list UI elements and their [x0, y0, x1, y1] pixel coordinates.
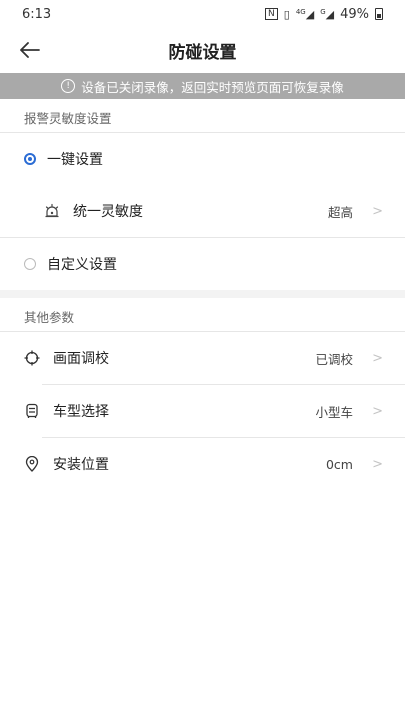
radio-one-key[interactable] — [24, 153, 36, 165]
status-icons: N ▯ 4G◢ G◢ 49% — [265, 7, 383, 22]
status-bar: 6:13 N ▯ 4G◢ G◢ 49% — [0, 0, 405, 28]
crosshair-icon — [24, 350, 40, 366]
option-custom[interactable]: 自定义设置 — [0, 246, 405, 282]
option-one-key[interactable]: 一键设置 — [0, 141, 405, 177]
unified-sensitivity-row[interactable]: 统一灵敏度 超高 > — [0, 193, 405, 229]
location-pin-icon — [24, 456, 40, 472]
vehicle-type-value: 小型车 — [315, 404, 353, 420]
section-header-sensitivity: 报警灵敏度设置 — [24, 111, 112, 126]
signal-g-icon: G◢ — [320, 7, 335, 21]
settings-row-image-calibration[interactable]: 画面调校 已调校 > — [0, 340, 405, 376]
settings-row-install-position[interactable]: 安装位置 0cm > — [0, 446, 405, 482]
section-gap — [0, 290, 405, 298]
alarm-icon — [44, 203, 60, 219]
nav-bar: 防碰设置 — [0, 28, 405, 72]
battery-icon — [375, 8, 383, 20]
divider — [0, 331, 405, 332]
info-icon: ! — [61, 79, 76, 93]
settings-row-vehicle-type[interactable]: 车型选择 小型车 > — [0, 393, 405, 429]
chevron-right-icon: > — [372, 350, 383, 366]
car-icon — [24, 403, 40, 419]
option-one-key-label: 一键设置 — [47, 152, 103, 168]
divider — [0, 132, 405, 133]
signal-4g-label: 4G — [295, 7, 306, 16]
signal-4g-icon: 4G◢ — [295, 7, 315, 21]
divider — [0, 237, 405, 238]
divider — [42, 384, 405, 385]
image-calibration-label: 画面调校 — [53, 351, 109, 367]
battery-percent: 49% — [340, 6, 369, 22]
recording-notice-banner: ! 设备已关闭录像，返回实时预览页面可恢复录像 — [0, 73, 405, 99]
chevron-right-icon: > — [372, 456, 383, 472]
notice-text: 设备已关闭录像，返回实时预览页面可恢复录像 — [81, 79, 344, 95]
vehicle-type-label: 车型选择 — [53, 404, 109, 420]
install-position-label: 安装位置 — [53, 457, 109, 473]
option-custom-label: 自定义设置 — [47, 257, 117, 273]
page-title: 防碰设置 — [168, 43, 237, 63]
radio-custom[interactable] — [24, 258, 36, 270]
status-time: 6:13 — [22, 6, 52, 22]
unified-sensitivity-label: 统一灵敏度 — [73, 204, 143, 220]
image-calibration-value: 已调校 — [315, 351, 353, 367]
vibrate-icon: ▯ — [283, 7, 290, 21]
section-header-other: 其他参数 — [24, 310, 75, 325]
divider — [42, 437, 405, 438]
install-position-value: 0cm — [325, 456, 353, 472]
chevron-right-icon: > — [372, 403, 383, 419]
chevron-right-icon: > — [372, 203, 383, 219]
unified-sensitivity-value: 超高 — [327, 204, 353, 220]
signal-g-label: G — [320, 7, 326, 16]
nfc-icon: N — [265, 8, 278, 20]
